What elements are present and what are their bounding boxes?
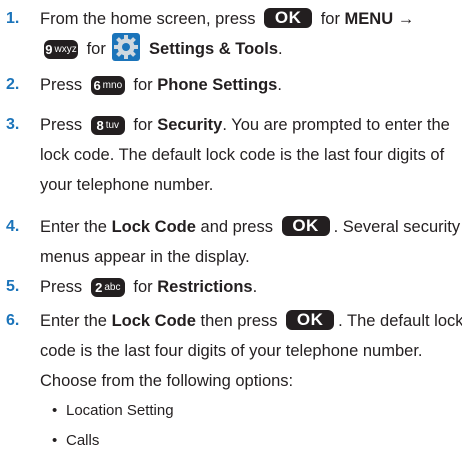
key-9-icon: 9 wxyz <box>44 40 78 60</box>
step-text-segment: Press <box>40 116 83 134</box>
step-text-segment: for <box>133 278 153 296</box>
key-2-icon: 2 abc <box>90 278 125 298</box>
key-8-icon: 8 tuv <box>90 116 125 136</box>
ok-key-icon: OK <box>286 309 335 330</box>
step-text-line: code is the last four digits of your tel… <box>40 342 423 360</box>
step-number: 6. <box>6 312 20 329</box>
step-text-segment: . Several security <box>333 218 461 236</box>
step-text-segment: for <box>133 116 153 134</box>
step-text: Press 6 mno for Phone Settings. <box>40 76 282 96</box>
phone-settings-label: Phone Settings <box>157 76 278 94</box>
step-text: Enter the Lock Code then press OK. The d… <box>40 306 462 396</box>
bullet-icon: • <box>52 402 58 419</box>
step-text-segment: Enter the <box>40 312 107 330</box>
step-text-segment: then press <box>200 312 278 330</box>
step-text-line: your telephone number. <box>40 176 214 194</box>
settings-gear-icon <box>112 32 141 61</box>
settings-tools-label: Settings & Tools <box>149 40 278 58</box>
key-6-icon: 6 mno <box>90 76 125 96</box>
step-text-segment: . You are prompted to enter the <box>222 116 450 134</box>
step-number: 5. <box>6 278 20 295</box>
ok-key-icon: OK <box>264 7 313 28</box>
step-text-segment: Enter the <box>40 218 107 236</box>
step-text: From the home screen, press OK for MENU … <box>40 4 460 64</box>
security-label: Security <box>157 116 223 134</box>
step-text-segment: Press <box>40 278 83 296</box>
lock-code-label: Lock Code <box>111 218 196 236</box>
step-number: 4. <box>6 218 20 235</box>
step-text-segment: Press <box>40 76 83 94</box>
step-text: Enter the Lock Code and press OK. Severa… <box>40 212 460 272</box>
list-item: • Location Setting <box>52 396 452 426</box>
lock-code-label: Lock Code <box>111 312 196 330</box>
step-text-segment: for <box>133 76 153 94</box>
step-text-segment: for <box>320 10 340 28</box>
step-text-line: menus appear in the display. <box>40 248 250 266</box>
step-text-segment: . The default lock <box>338 312 462 330</box>
options-list: • Location Setting • Calls <box>52 396 452 456</box>
instruction-page: 1. From the home screen, press OK for ME… <box>0 0 462 451</box>
step-text-line: lock code. The default lock code is the … <box>40 146 445 164</box>
bullet-icon: • <box>52 432 58 449</box>
ok-key-icon: OK <box>281 215 330 236</box>
step-number: 3. <box>6 116 20 133</box>
list-item: • Calls <box>52 426 452 456</box>
arrow-icon: → <box>397 10 415 28</box>
step-text-segment: for <box>86 40 106 58</box>
menu-label: MENU <box>344 10 394 28</box>
restrictions-label: Restrictions <box>157 278 253 296</box>
step-text-line: Choose from the following options: <box>40 372 294 390</box>
step-text: Press 8 tuv for Security. You are prompte… <box>40 110 460 200</box>
step-text-segment: From the home screen, press <box>40 10 256 28</box>
step-text-segment: and press <box>200 218 273 236</box>
step-text: Press 2 abc for Restrictions. <box>40 278 258 298</box>
step-number: 2. <box>6 76 20 93</box>
step-number: 1. <box>6 10 20 27</box>
